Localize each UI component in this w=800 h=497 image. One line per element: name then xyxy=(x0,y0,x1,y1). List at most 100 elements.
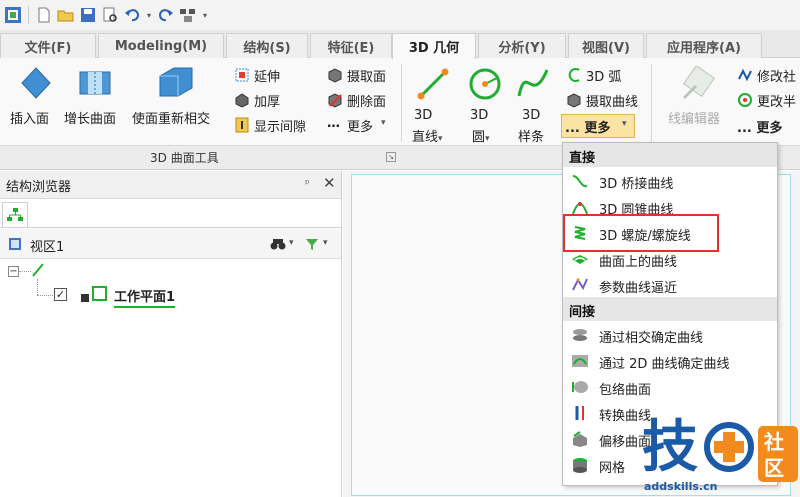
extend-button[interactable]: 延伸 xyxy=(254,66,280,85)
structure-browser-panel: 结构浏览器 ᵖ ✕ 视区1 ▾ ▾ − ✓ 工作平面1 xyxy=(0,171,342,497)
more-surface-button[interactable]: 更多 xyxy=(347,116,373,135)
menu-item-2d-curve[interactable]: 通过 2D 曲线确定曲线 xyxy=(563,347,777,373)
extend-icon[interactable] xyxy=(234,67,250,83)
spline-3d-button[interactable]: 样条 xyxy=(518,126,544,145)
spline-3d-icon[interactable] xyxy=(516,66,550,102)
new-file-icon[interactable] xyxy=(35,6,53,24)
offset-surface-icon xyxy=(573,431,587,447)
thicken-icon[interactable] xyxy=(234,92,250,108)
show-gaps-button[interactable]: 显示间隙 xyxy=(254,116,306,135)
convert-curve-icon xyxy=(575,406,584,420)
surface-tools-group-title: 3D 曲面工具 xyxy=(150,151,219,165)
line-editor-button: 线编辑器 xyxy=(668,112,721,127)
tree-collapse-toggle[interactable]: − xyxy=(8,266,19,277)
arc-3d-icon[interactable] xyxy=(566,67,582,83)
change-radius-button[interactable]: 更改半 xyxy=(757,91,796,110)
quick-access-toolbar: ▾ ▾ xyxy=(0,0,800,30)
menu-item-envelope-surface[interactable]: 包络曲面 xyxy=(563,373,777,399)
line-3d-label: 3D xyxy=(414,108,433,123)
2d-curve-icon xyxy=(572,355,588,367)
workplane-checkbox[interactable]: ✓ xyxy=(54,288,67,301)
redo-icon[interactable] xyxy=(157,6,175,24)
extract-face-button[interactable]: 摄取面 xyxy=(347,66,386,85)
menu-item-param-curve-approx[interactable]: 参数曲线逼近 xyxy=(563,271,777,297)
menu-item-intersection-curve[interactable]: 通过相交确定曲线 xyxy=(563,321,777,347)
modify-button[interactable]: 修改社 xyxy=(757,66,796,85)
watermark-badge-top: 社 xyxy=(764,430,784,454)
insert-face-icon[interactable] xyxy=(20,66,52,100)
binoculars-dropdown-icon[interactable]: ▾ xyxy=(289,238,294,248)
line-3d-button[interactable]: 直线▾ xyxy=(412,126,443,145)
arc-3d-button[interactable]: 3D 弧 xyxy=(586,66,621,85)
extract-face-icon[interactable] xyxy=(327,67,343,83)
panel-title: 结构浏览器 xyxy=(6,180,72,195)
more-right-button[interactable]: ... 更多 xyxy=(737,117,782,136)
param-curve-icon xyxy=(572,277,588,291)
reintersect-face-icon[interactable] xyxy=(156,66,196,100)
app-icon[interactable] xyxy=(4,6,22,24)
tree-item-workplane[interactable]: 工作平面1 xyxy=(114,286,176,308)
customize-toolbar-icon[interactable]: ▾ xyxy=(201,6,209,24)
grow-surface-button[interactable]: 增长曲面 xyxy=(64,108,116,127)
section-direct: 直接 xyxy=(563,143,777,167)
line-3d-icon[interactable] xyxy=(417,66,449,102)
tree-tab[interactable] xyxy=(2,202,28,228)
undo-dropdown-icon[interactable]: ▾ xyxy=(145,6,153,24)
grow-surface-icon[interactable] xyxy=(78,68,112,98)
section-indirect: 间接 xyxy=(563,297,777,321)
watermark-url: addskills.cn xyxy=(644,480,718,493)
change-radius-icon[interactable] xyxy=(737,92,753,108)
watermark-logo: 技 社 区 addskills.cn xyxy=(640,418,800,497)
mesh-icon xyxy=(573,458,587,473)
line-editor-icon xyxy=(682,66,716,100)
open-folder-icon[interactable] xyxy=(57,6,75,24)
tab-structure[interactable]: 结构(S) xyxy=(226,33,308,58)
modify-icon[interactable] xyxy=(737,67,753,83)
save-small-icon xyxy=(81,294,89,302)
watermark-circle xyxy=(704,422,754,472)
structure-tool-icon[interactable] xyxy=(179,6,197,24)
circle-3d-button[interactable]: 圆▾ xyxy=(472,126,490,145)
tab-analysis[interactable]: 分析(Y) xyxy=(478,33,566,58)
filter-dropdown-icon[interactable]: ▾ xyxy=(323,238,328,248)
envelope-surface-icon xyxy=(572,381,588,393)
binoculars-icon[interactable] xyxy=(270,237,286,251)
show-gaps-icon[interactable] xyxy=(234,117,250,133)
save-icon[interactable] xyxy=(79,6,97,24)
circle-3d-icon[interactable] xyxy=(468,66,502,102)
more-dots-surface: … xyxy=(327,116,340,131)
extract-curve-button[interactable]: 摄取曲线 xyxy=(586,91,638,110)
tab-3d-geometry[interactable]: 3D 几何 xyxy=(392,33,476,59)
close-panel-button[interactable]: ✕ xyxy=(323,174,336,192)
watermark-char: 技 xyxy=(642,415,698,480)
circle-3d-label: 3D xyxy=(470,108,489,123)
curve-on-surface-icon xyxy=(572,255,588,264)
filter-icon[interactable] xyxy=(305,237,319,251)
tab-view[interactable]: 视图(V) xyxy=(568,33,644,58)
undo-icon[interactable] xyxy=(123,6,141,24)
pin-icon[interactable]: ᵖ xyxy=(305,177,310,190)
ribbon-tabs: 文件(F) Modeling(M) 结构(S) 特征(E) 3D 几何 分析(Y… xyxy=(0,30,800,59)
more-surface-dropdown-icon[interactable]: ▾ xyxy=(381,118,386,128)
more-curves-dropdown-icon[interactable]: ▾ xyxy=(622,119,627,129)
intersection-curve-icon xyxy=(573,329,587,341)
group-launcher-icon[interactable]: ↘ xyxy=(386,152,396,162)
highlight-box xyxy=(563,214,719,252)
delete-face-button[interactable]: 删除面 xyxy=(347,91,386,110)
menu-item-bridge-curve[interactable]: 3D 桥接曲线 xyxy=(563,167,777,193)
bridge-curve-icon xyxy=(572,175,588,188)
delete-face-icon[interactable] xyxy=(327,92,343,108)
view-label: 视区1 xyxy=(30,240,65,255)
print-preview-icon[interactable] xyxy=(101,6,119,24)
tab-features[interactable]: 特征(E) xyxy=(310,33,392,58)
insert-face-button[interactable]: 插入面 xyxy=(10,108,49,127)
root-node-icon xyxy=(32,263,44,277)
tab-modeling[interactable]: Modeling(M) xyxy=(98,33,224,58)
tab-applications[interactable]: 应用程序(A) xyxy=(646,33,762,58)
reintersect-face-button[interactable]: 使面重新相交 xyxy=(132,108,210,127)
thicken-button[interactable]: 加厚 xyxy=(254,91,280,110)
view-row[interactable]: 视区1 ▾ ▾ xyxy=(0,229,341,259)
tab-file[interactable]: 文件(F) xyxy=(0,33,96,58)
hierarchy-icon xyxy=(7,208,23,221)
extract-curve-icon[interactable] xyxy=(566,92,582,108)
